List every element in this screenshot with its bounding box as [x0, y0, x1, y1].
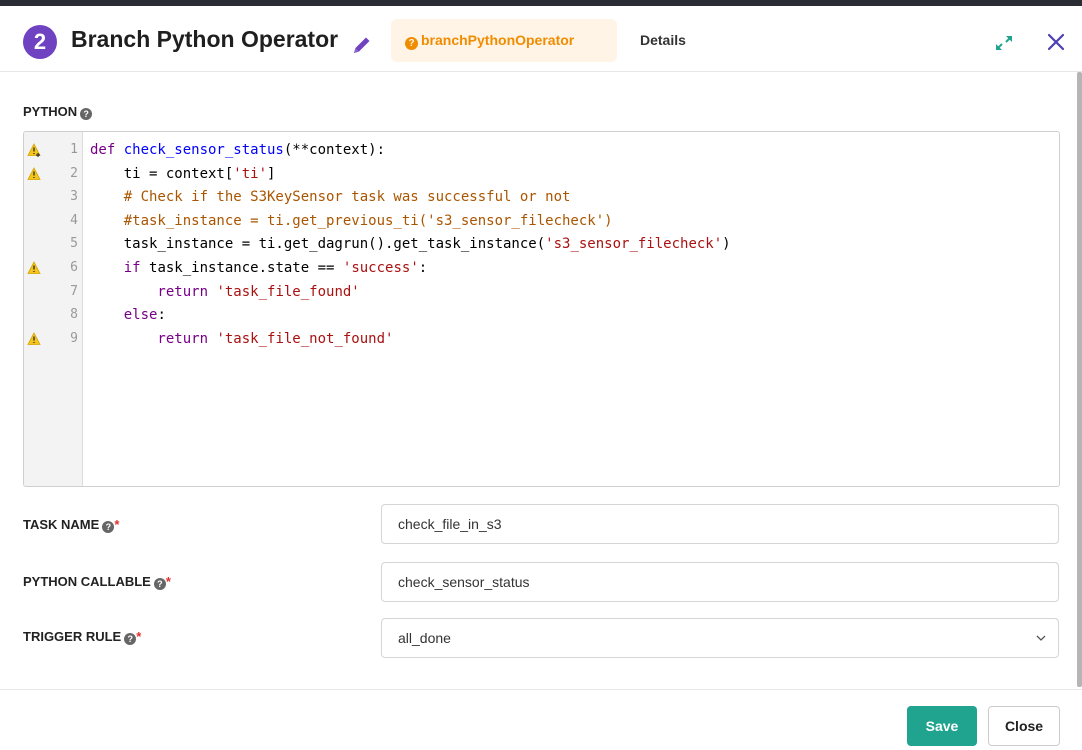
help-icon: ?: [102, 521, 115, 533]
code-text: return 'task_file_not_found': [90, 328, 393, 350]
task-name-label-text: TASK NAME: [23, 517, 100, 532]
task-name-input[interactable]: check_file_in_s3: [381, 504, 1059, 544]
code-line[interactable]: 8 else:: [24, 304, 1059, 326]
code-token: task_instance.state ==: [149, 260, 343, 276]
code-token: ti = context[: [90, 165, 234, 182]
help-icon: ?: [153, 578, 166, 590]
code-token: ]: [267, 165, 276, 182]
python-label-text: PYTHON: [23, 104, 78, 119]
code-text: if task_instance.state == 'success':: [90, 257, 427, 279]
required-asterisk: *: [136, 629, 142, 644]
trigger-rule-label-text: TRIGGER RULE: [23, 629, 122, 644]
warning-triangle-icon[interactable]: [27, 261, 41, 275]
modal-scrollbar[interactable]: [1077, 72, 1082, 687]
code-token: # Check if the S3KeySensor task was succ…: [90, 189, 571, 206]
code-line[interactable]: 3 # Check if the S3KeySensor task was su…: [24, 186, 1059, 208]
help-icon: ?: [80, 108, 93, 120]
tab-details[interactable]: Details: [640, 19, 686, 62]
task-name-label: TASK NAME? *: [23, 517, 119, 533]
code-line[interactable]: 1 def check_sensor_status(**context):: [24, 139, 1059, 161]
code-token: def: [90, 142, 124, 158]
line-number: 3: [70, 189, 78, 205]
code-token: task_instance = ti.get_dagrun().get_task…: [90, 236, 546, 253]
code-token: 'success': [342, 260, 419, 276]
code-text: #task_instance = ti.get_previous_ti('s3_…: [90, 210, 613, 232]
tab-operator-label: branchPythonOperator: [421, 32, 575, 48]
step-number-badge: 2: [23, 25, 57, 59]
close-x-icon[interactable]: [1045, 31, 1067, 53]
code-token: :: [418, 260, 428, 276]
code-line[interactable]: 2 ti = context['ti']: [24, 163, 1059, 185]
trigger-rule-value: all_done: [398, 630, 451, 646]
code-text: ti = context['ti']: [90, 163, 276, 185]
code-text: # Check if the S3KeySensor task was succ…: [90, 186, 571, 208]
line-number: 6: [70, 260, 78, 275]
line-number: 7: [70, 283, 78, 299]
chevron-down-icon: [1036, 635, 1046, 641]
python-section-label: PYTHON?: [23, 104, 93, 120]
python-code-editor[interactable]: 1 def check_sensor_status(**context): 2 ti…: [23, 131, 1060, 487]
close-button[interactable]: Close: [988, 706, 1060, 746]
tab-operator[interactable]: ? branchPythonOperator: [391, 19, 617, 62]
pencil-icon[interactable]: [351, 34, 373, 56]
python-callable-input[interactable]: check_sensor_status: [381, 562, 1059, 602]
python-callable-label: PYTHON CALLABLE? *: [23, 574, 171, 590]
code-token: :: [157, 307, 166, 324]
trigger-rule-label: TRIGGER RULE? *: [23, 629, 141, 645]
line-number: 5: [70, 236, 78, 252]
help-icon: ?: [124, 633, 137, 645]
code-token: 'task_file_found': [216, 283, 360, 300]
python-callable-label-text: PYTHON CALLABLE: [23, 574, 151, 589]
code-token: check_sensor_status: [123, 142, 284, 158]
warning-triangle-icon[interactable]: [27, 143, 41, 157]
code-line[interactable]: 7 return 'task_file_found': [24, 281, 1059, 303]
code-line[interactable]: 9 return 'task_file_not_found': [24, 328, 1059, 350]
line-number: 4: [70, 212, 78, 228]
warning-triangle-icon[interactable]: [27, 331, 41, 346]
save-button[interactable]: Save: [907, 706, 977, 746]
line-number: 2: [70, 165, 78, 181]
code-text: return 'task_file_found': [90, 281, 360, 303]
footer-divider: [0, 689, 1082, 690]
operator-title: Branch Python Operator: [71, 26, 339, 52]
code-text: def check_sensor_status(**context):: [90, 139, 385, 161]
line-number: 8: [70, 307, 78, 323]
code-token: (**context):: [283, 142, 386, 158]
modal-header: 2 Branch Python Operator ? branchPythonOp…: [0, 6, 1082, 72]
code-token: return: [90, 283, 217, 300]
code-token: return: [90, 330, 217, 347]
code-token: else: [90, 307, 158, 324]
expand-arrows-icon[interactable]: [993, 33, 1015, 53]
code-token: if: [90, 260, 150, 276]
required-asterisk: *: [165, 574, 171, 589]
code-token: 'task_file_not_found': [216, 330, 394, 347]
code-text: task_instance = ti.get_dagrun().get_task…: [90, 233, 731, 255]
code-line[interactable]: 5 task_instance = ti.get_dagrun().get_ta…: [24, 233, 1059, 255]
warning-triangle-icon[interactable]: [27, 166, 41, 181]
question-circle-icon: ?: [405, 37, 418, 50]
code-text: else:: [90, 304, 166, 326]
code-token: 's3_sensor_filecheck': [545, 236, 723, 253]
code-token: #task_instance = ti.get_previous_ti('s3_…: [90, 212, 613, 229]
code-token: ): [722, 236, 731, 253]
code-line[interactable]: 4 #task_instance = ti.get_previous_ti('s…: [24, 210, 1059, 232]
code-token: 'ti': [233, 165, 268, 182]
line-number: 1: [70, 142, 78, 157]
line-number: 9: [70, 330, 78, 346]
code-line[interactable]: 6 if task_instance.state == 'success':: [24, 257, 1059, 279]
required-asterisk: *: [114, 517, 120, 532]
trigger-rule-select[interactable]: all_done: [381, 618, 1059, 658]
